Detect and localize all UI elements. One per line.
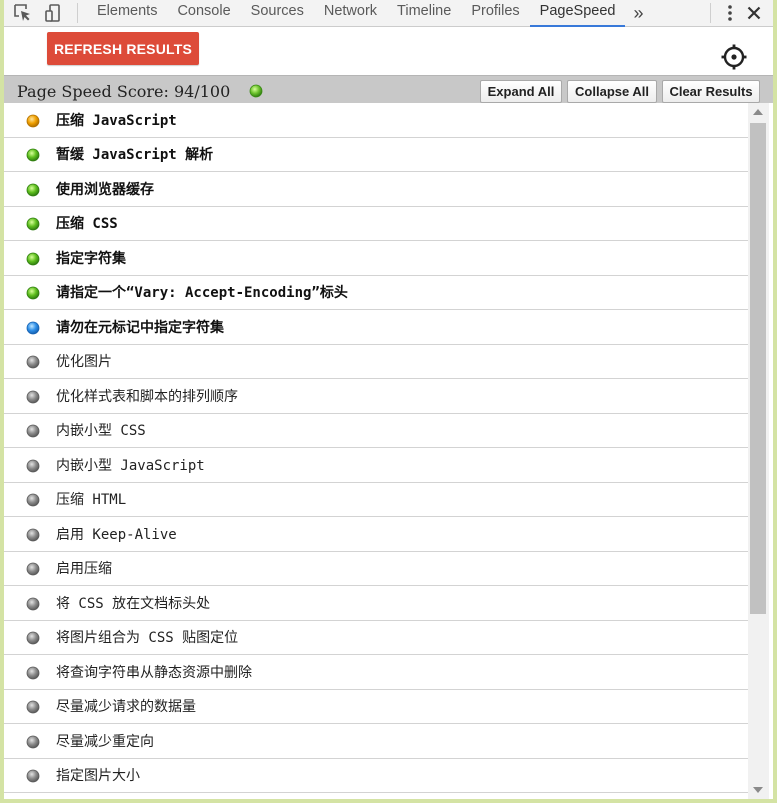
rule-status-green-icon	[26, 251, 40, 266]
clear-results-button[interactable]: Clear Results	[662, 80, 760, 103]
rule-row[interactable]: 压缩 JavaScript	[4, 103, 748, 138]
rule-label: 指定图片大小	[56, 768, 140, 785]
rule-label: 将 CSS 放在文档标头处	[56, 595, 211, 612]
tab-pagespeed[interactable]: PageSpeed	[529, 0, 626, 27]
rule-status-gray-icon	[26, 354, 40, 369]
rule-label: 内嵌小型 CSS	[56, 423, 146, 440]
rule-row[interactable]: 优化样式表和脚本的排列顺序	[4, 379, 748, 414]
score-bar: Page Speed Score: 94/100 Expand All Coll…	[4, 75, 773, 103]
expand-all-button[interactable]: Expand All	[480, 80, 562, 103]
rule-row[interactable]: 优化图片	[4, 345, 748, 379]
collapse-all-button[interactable]: Collapse All	[567, 80, 657, 103]
tab-sources[interactable]: Sources	[241, 0, 314, 27]
panel-tabs: Elements Console Sources Network Timeline Pro…	[87, 0, 626, 27]
more-tabs-button[interactable]: »	[625, 3, 651, 23]
rule-status-blue-icon	[26, 320, 40, 335]
rule-row[interactable]: 使用浏览器缓存	[4, 172, 748, 207]
rule-row[interactable]: 指定图片大小	[4, 759, 748, 793]
rule-status-gray-icon	[26, 596, 40, 611]
rule-label: 将图片组合为 CSS 贴图定位	[56, 630, 239, 647]
rule-status-green-icon	[26, 285, 40, 300]
rule-row[interactable]: 将图片组合为 CSS 贴图定位	[4, 621, 748, 655]
device-mode-icon[interactable]	[42, 2, 64, 24]
more-menu-icon[interactable]	[719, 2, 741, 24]
toolbar-separator	[77, 3, 78, 23]
rule-status-gray-icon	[26, 768, 40, 783]
rule-label: 请勿在元标记中指定字符集	[56, 319, 224, 336]
rule-label: 指定字符集	[56, 250, 126, 267]
rule-status-green-icon	[26, 147, 40, 162]
rule-label: 尽量减少请求的数据量	[56, 699, 196, 716]
tab-console[interactable]: Console	[167, 0, 240, 27]
rule-row[interactable]: 将 CSS 放在文档标头处	[4, 586, 748, 621]
refresh-results-button[interactable]: REFRESH RESULTS	[47, 32, 199, 65]
rule-row[interactable]: 内嵌小型 JavaScript	[4, 448, 748, 483]
rule-status-gray-icon	[26, 699, 40, 714]
scroll-down-arrow-icon[interactable]	[753, 787, 763, 793]
rule-label: 压缩 CSS	[56, 216, 118, 233]
rule-status-gray-icon	[26, 527, 40, 542]
toolbar-separator	[710, 3, 711, 23]
rule-row[interactable]: 尽量减少请求的数据量	[4, 690, 748, 724]
rules-list: 压缩 JavaScript 暂缓 JavaScript 解析 使用浏览器缓存 压缩 C…	[4, 103, 748, 799]
settings-icon[interactable]	[720, 43, 748, 71]
rule-status-green-icon	[26, 216, 40, 231]
rule-row[interactable]: 将查询字符串从静态资源中删除	[4, 655, 748, 690]
rule-label: 优化图片	[56, 354, 112, 371]
rule-status-gray-icon	[26, 734, 40, 749]
rule-status-gray-icon	[26, 492, 40, 507]
rule-label: 压缩 HTML	[56, 492, 127, 509]
rule-status-gray-icon	[26, 665, 40, 680]
rule-status-gray-icon	[26, 389, 40, 404]
rule-label: 内嵌小型 JavaScript	[56, 457, 205, 474]
rule-label: 启用压缩	[56, 561, 112, 578]
rule-status-gray-icon	[26, 561, 40, 576]
rule-row[interactable]: 内嵌小型 CSS	[4, 414, 748, 448]
rule-label: 尽量减少重定向	[56, 733, 154, 750]
rule-label: 使用浏览器缓存	[56, 181, 154, 198]
rule-status-gray-icon	[26, 630, 40, 645]
tab-timeline[interactable]: Timeline	[387, 0, 461, 27]
rule-label: 请指定一个“Vary: Accept-Encoding”标头	[56, 285, 348, 302]
rule-status-gray-icon	[26, 423, 40, 438]
tab-profiles[interactable]: Profiles	[461, 0, 529, 27]
rule-label: 暂缓 JavaScript 解析	[56, 147, 214, 164]
rule-row[interactable]: 尽量减少重定向	[4, 724, 748, 759]
rule-row[interactable]: 启用压缩	[4, 552, 748, 586]
close-icon[interactable]	[741, 2, 767, 24]
rule-row[interactable]: 暂缓 JavaScript 解析	[4, 138, 748, 172]
inspect-element-icon[interactable]	[12, 2, 34, 24]
scroll-up-arrow-icon[interactable]	[753, 109, 763, 115]
rule-row[interactable]: 压缩 CSS	[4, 207, 748, 241]
rule-row[interactable]: 请勿在元标记中指定字符集	[4, 310, 748, 345]
tab-elements[interactable]: Elements	[87, 0, 167, 27]
rule-label: 将查询字符串从静态资源中删除	[56, 664, 252, 681]
rule-row[interactable]: 启用 Keep-Alive	[4, 517, 748, 552]
score-status-icon	[249, 83, 263, 98]
rule-row[interactable]: 请指定一个“Vary: Accept-Encoding”标头	[4, 276, 748, 310]
rule-label: 压缩 JavaScript	[56, 112, 177, 129]
scrollbar-thumb[interactable]	[750, 123, 766, 614]
rule-label: 启用 Keep-Alive	[56, 526, 177, 543]
rule-row[interactable]: 指定字符集	[4, 241, 748, 276]
rules-scrollbar[interactable]	[748, 103, 769, 799]
rule-status-green-icon	[26, 182, 40, 197]
tab-network[interactable]: Network	[314, 0, 387, 27]
rule-status-gray-icon	[26, 458, 40, 473]
pagespeed-actionbar: REFRESH RESULTS	[4, 27, 773, 75]
page-speed-score: Page Speed Score: 94/100	[17, 82, 231, 101]
rule-row[interactable]: 压缩 HTML	[4, 483, 748, 517]
rule-status-orange-icon	[26, 113, 40, 128]
rule-label: 优化样式表和脚本的排列顺序	[56, 388, 238, 405]
devtools-toolbar: Elements Console Sources Network Timeline Pro…	[4, 0, 773, 27]
